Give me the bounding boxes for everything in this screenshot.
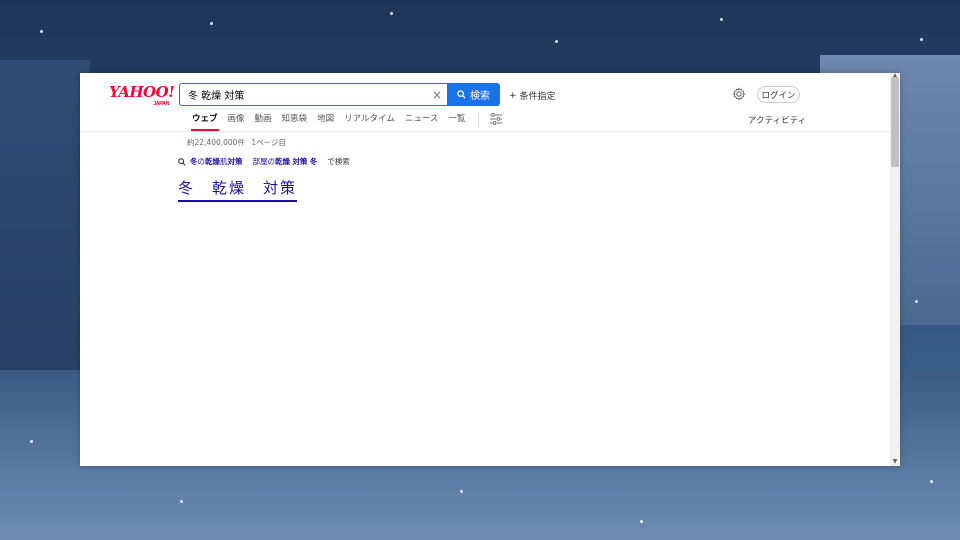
search-suggestion: 冬の乾燥肌対策 部屋の乾燥 対策 冬 で検索 xyxy=(178,156,350,167)
suggestion-link-1[interactable]: 冬の乾燥肌対策 xyxy=(190,156,243,167)
filter-icon[interactable] xyxy=(489,113,503,125)
search-button[interactable]: 検索 xyxy=(447,83,500,106)
tab-videos[interactable]: 動画 xyxy=(250,113,277,131)
suggestion-1-part: 対策 xyxy=(227,157,243,166)
tab-chiebukuro[interactable]: 知恵袋 xyxy=(277,113,313,131)
search-tabs: ウェブ 画像 動画 知恵袋 地図 リアルタイム ニュース 一覧 xyxy=(187,113,503,131)
snowflake xyxy=(915,300,918,303)
search-input[interactable] xyxy=(180,84,427,105)
tab-maps[interactable]: 地図 xyxy=(312,113,339,131)
result-title-link[interactable]: 冬 乾燥 対策 xyxy=(178,177,298,202)
gear-icon[interactable] xyxy=(732,87,746,101)
scrollbar-thumb[interactable] xyxy=(891,77,899,167)
result-count: 約22,400,000件 1ページ目 xyxy=(187,137,286,148)
logo-main-text: YAHOO! xyxy=(109,83,175,101)
tab-realtime[interactable]: リアルタイム xyxy=(339,113,400,131)
suggestion-1-part: 冬 xyxy=(190,157,198,166)
tab-list[interactable]: 一覧 xyxy=(443,113,470,131)
snowflake xyxy=(460,490,463,493)
snowflake xyxy=(930,480,933,483)
suggestion-1-part: 乾燥 xyxy=(205,157,220,166)
snowflake xyxy=(210,22,213,25)
search-button-label: 検索 xyxy=(470,91,490,102)
header-divider xyxy=(80,131,890,132)
result-count-text: 約22,400,000件 xyxy=(187,138,245,147)
result-page-text: 1ページ目 xyxy=(251,138,286,147)
logo-sub-text: JAPAN xyxy=(153,101,169,107)
suggestion-1-part: 肌 xyxy=(220,157,228,166)
activity-link[interactable]: アクティビティ xyxy=(748,114,806,126)
snowflake xyxy=(920,38,923,41)
login-button[interactable]: ログイン xyxy=(757,86,800,103)
yahoo-japan-logo[interactable]: YAHOO! JAPAN xyxy=(109,83,175,108)
advanced-search-link[interactable]: + 条件指定 xyxy=(509,89,556,103)
tab-web[interactable]: ウェブ xyxy=(187,113,223,131)
suggestion-2-part: 部屋の xyxy=(252,157,276,166)
snowflake xyxy=(40,30,43,33)
scrollbar[interactable]: ▲ ▼ xyxy=(890,72,900,466)
snowflake xyxy=(555,40,558,43)
snowflake xyxy=(390,12,393,15)
suggestion-2-part: 対策 xyxy=(292,157,308,166)
background-building-left xyxy=(0,60,90,390)
tab-divider xyxy=(478,113,480,127)
search-box: × xyxy=(179,83,447,106)
scroll-down-arrow[interactable]: ▼ xyxy=(891,458,899,466)
snowflake xyxy=(640,520,643,523)
suggestion-link-2[interactable]: 部屋の乾燥 対策 冬 xyxy=(253,156,318,167)
snowflake xyxy=(30,440,33,443)
clear-icon[interactable]: × xyxy=(427,88,447,102)
search-icon xyxy=(457,90,466,99)
suggestion-2-part: 乾燥 xyxy=(275,157,290,166)
tab-images[interactable]: 画像 xyxy=(223,113,250,131)
snowflake xyxy=(180,500,183,503)
tab-news[interactable]: ニュース xyxy=(400,113,444,131)
suggestion-suffix: で検索 xyxy=(327,157,350,166)
suggestion-2-part: 冬 xyxy=(309,157,318,166)
browser-window: YAHOO! JAPAN × 検索 + 条件指定 ログイン ウェブ 画像 動画 … xyxy=(80,72,900,466)
advanced-search-label: 条件指定 xyxy=(519,92,556,102)
snowflake xyxy=(720,18,723,21)
suggestion-1-part: の xyxy=(197,157,206,166)
search-icon xyxy=(178,157,186,166)
plus-icon: + xyxy=(509,90,517,101)
